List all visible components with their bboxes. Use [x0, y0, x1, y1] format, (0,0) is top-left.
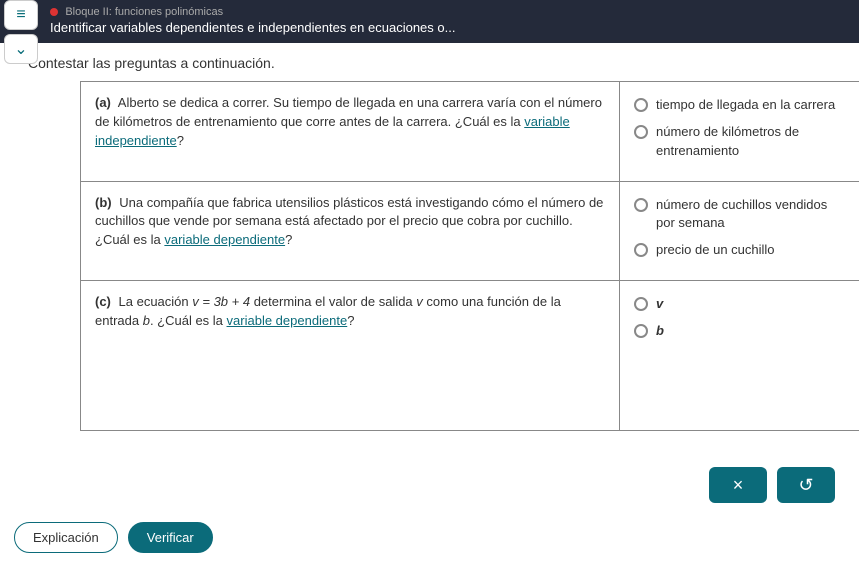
action-bar: × ↺ — [709, 467, 835, 503]
question-c-options: v b — [620, 281, 859, 431]
radio-button[interactable] — [634, 297, 648, 311]
block-title: Bloque II: funciones polinómicas — [65, 6, 223, 18]
option-row[interactable]: precio de un cuchillo — [634, 241, 845, 260]
option-text: tiempo de llegada en la carrera — [656, 96, 845, 115]
verify-button[interactable]: Verificar — [128, 522, 213, 553]
topic-title: Identificar variables dependientes e ind… — [50, 20, 849, 35]
question-a-options: tiempo de llegada en la carrera número d… — [620, 82, 859, 182]
option-text: número de cuchillos vendidos por semana — [656, 196, 845, 234]
close-icon: × — [733, 475, 744, 496]
variable-link[interactable]: variable dependiente — [164, 232, 285, 247]
undo-button[interactable]: ↺ — [777, 467, 835, 503]
undo-icon: ↺ — [798, 475, 813, 496]
radio-button[interactable] — [634, 125, 648, 139]
question-body: . ¿Cuál es la — [150, 313, 227, 328]
radio-button[interactable] — [634, 243, 648, 257]
option-row[interactable]: número de cuchillos vendidos por semana — [634, 196, 845, 234]
menu-icon: ≡ — [16, 6, 25, 24]
table-row: (c) La ecuación v = 3b + 4 determina el … — [81, 281, 859, 431]
table-row: (a) Alberto se dedica a correr. Su tiemp… — [81, 82, 859, 182]
menu-button[interactable]: ≡ — [4, 0, 38, 30]
question-label: (a) — [95, 95, 111, 110]
variable-link[interactable]: variable dependiente — [227, 313, 348, 328]
question-b-options: número de cuchillos vendidos por semana … — [620, 181, 859, 281]
question-label: (c) — [95, 294, 111, 309]
bottom-bar: Explicación Verificar — [14, 522, 213, 553]
main-content: Contestar las preguntas a continuación. … — [0, 43, 859, 561]
option-row[interactable]: b — [634, 322, 845, 341]
question-label: (b) — [95, 195, 112, 210]
chevron-down-icon: ⌄ — [14, 39, 27, 59]
option-row[interactable]: v — [634, 295, 845, 314]
option-row[interactable]: tiempo de llegada en la carrera — [634, 96, 845, 115]
var-b: b — [143, 313, 150, 328]
question-tail: ? — [347, 313, 354, 328]
radio-button[interactable] — [634, 198, 648, 212]
question-table: (a) Alberto se dedica a correr. Su tiemp… — [80, 81, 859, 431]
instruction-text: Contestar las preguntas a continuación. — [28, 55, 841, 71]
question-b-text: (b) Una compañía que fabrica utensilios … — [81, 181, 620, 281]
radio-button[interactable] — [634, 98, 648, 112]
table-row: (b) Una compañía que fabrica utensilios … — [81, 181, 859, 281]
question-tail: ? — [177, 133, 184, 148]
question-a-text: (a) Alberto se dedica a correr. Su tiemp… — [81, 82, 620, 182]
option-text: v — [656, 295, 845, 314]
radio-button[interactable] — [634, 324, 648, 338]
collapse-button[interactable]: ⌄ — [4, 34, 38, 64]
question-body: La ecuación — [119, 294, 193, 309]
close-button[interactable]: × — [709, 467, 767, 503]
option-row[interactable]: número de kilómetros de entrenamiento — [634, 123, 845, 161]
header-bar: Bloque II: funciones polinómicas Identif… — [0, 0, 859, 43]
option-text: número de kilómetros de entrenamiento — [656, 123, 845, 161]
question-tail: ? — [285, 232, 292, 247]
equation: v = 3b + 4 — [192, 294, 250, 309]
option-text: b — [656, 322, 845, 341]
question-c-text: (c) La ecuación v = 3b + 4 determina el … — [81, 281, 620, 431]
question-body: determina el valor de salida — [250, 294, 416, 309]
explanation-button[interactable]: Explicación — [14, 522, 118, 553]
record-icon — [50, 8, 58, 16]
option-text: precio de un cuchillo — [656, 241, 845, 260]
